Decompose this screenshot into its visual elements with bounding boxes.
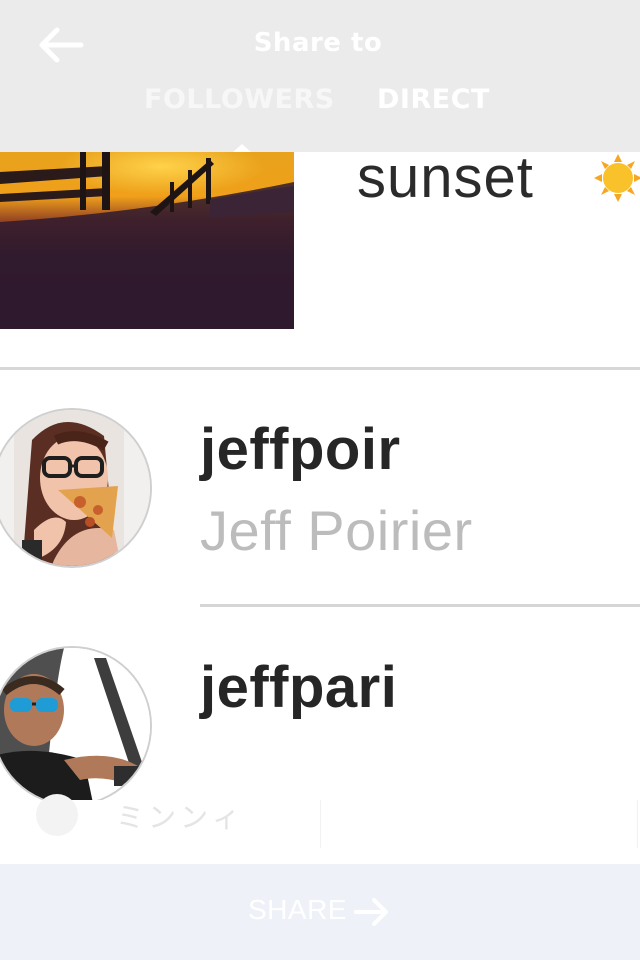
post-preview: sunset bbox=[0, 152, 640, 368]
header-bar: Share to FOLLOWERS DIRECT bbox=[0, 0, 640, 152]
share-button[interactable]: SHARE bbox=[0, 864, 640, 960]
selected-tab-indicator bbox=[233, 144, 251, 152]
username: jeffpoir bbox=[200, 417, 401, 482]
share-screen: Share to FOLLOWERS DIRECT sunset jeffpoi… bbox=[0, 0, 640, 960]
sunset-photo bbox=[0, 152, 294, 329]
share-option[interactable]: ミンンィ bbox=[0, 794, 318, 848]
tab-direct[interactable]: DIRECT bbox=[377, 84, 490, 115]
woman-eating-pizza-photo bbox=[0, 410, 150, 566]
list-item-user[interactable]: jeffpari bbox=[0, 608, 640, 800]
list-item-user[interactable]: jeffpoir Jeff Poirier bbox=[0, 370, 640, 606]
avatar bbox=[0, 646, 152, 800]
spacer bbox=[0, 848, 640, 864]
tab-followers[interactable]: FOLLOWERS bbox=[144, 84, 335, 115]
share-options-strip: ミンンィ bbox=[0, 794, 640, 848]
post-thumbnail bbox=[0, 152, 294, 329]
username: jeffpari bbox=[200, 655, 398, 720]
avatar bbox=[0, 408, 152, 568]
sun-icon bbox=[594, 154, 640, 202]
post-caption: sunset bbox=[357, 152, 534, 210]
arrow-right-icon bbox=[354, 898, 388, 926]
option-icon bbox=[36, 794, 78, 836]
row-divider bbox=[200, 604, 640, 607]
share-option[interactable] bbox=[320, 800, 638, 848]
man-in-car-sunglasses-photo bbox=[0, 648, 150, 800]
option-label: ミンンィ bbox=[116, 801, 245, 834]
page-title: Share to bbox=[253, 28, 383, 58]
share-tabs: FOLLOWERS DIRECT bbox=[0, 80, 640, 152]
share-label: SHARE bbox=[248, 894, 347, 925]
full-name: Jeff Poirier bbox=[200, 499, 473, 562]
